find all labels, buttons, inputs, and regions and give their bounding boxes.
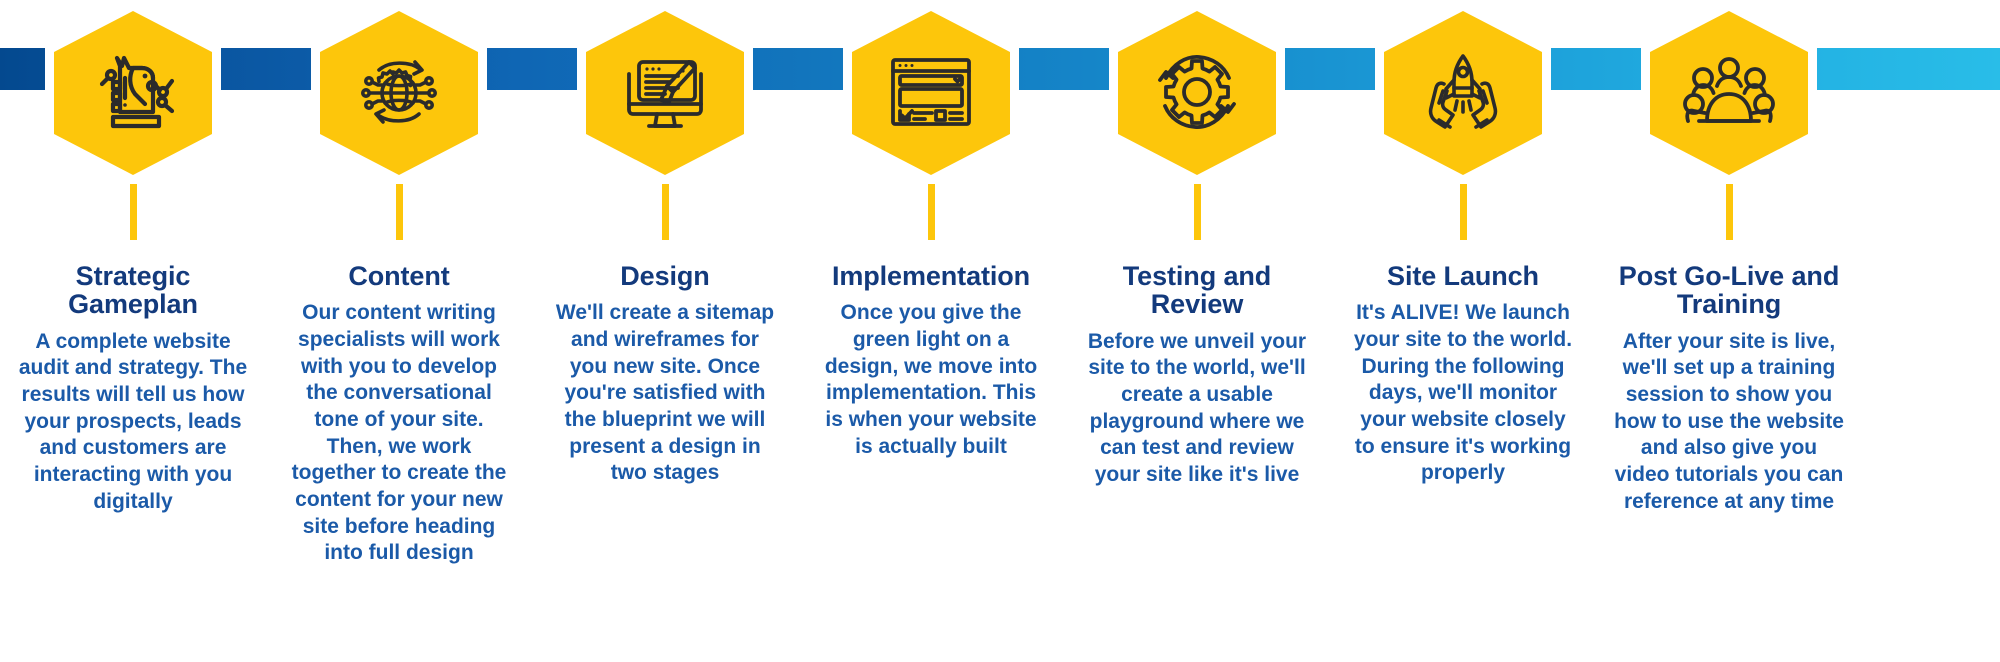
- people-group-training-icon: [1679, 42, 1779, 142]
- step-copy: Design We'll create a sitemap and wirefr…: [550, 262, 780, 487]
- connector-stem: [927, 184, 935, 240]
- step-strategic-gameplan[interactable]: Strategic Gameplan A complete website au…: [0, 0, 266, 515]
- rocket-hands-launch-icon: [1413, 42, 1513, 142]
- step-copy: Implementation Once you give the green l…: [816, 262, 1046, 460]
- step-copy: Post Go-Live and Training After your sit…: [1614, 262, 1844, 515]
- step-testing-and-review[interactable]: Testing and Review Before we unveil your…: [1064, 0, 1330, 489]
- step-description: A complete website audit and strategy. T…: [18, 329, 248, 513]
- browser-wireframe-icon: [881, 42, 981, 142]
- step-description: After your site is live, we'll set up a …: [1614, 329, 1844, 513]
- step-title: Implementation: [831, 261, 1031, 291]
- step-description: Our content writing specialists will wor…: [291, 301, 507, 565]
- connector-stem: [1193, 184, 1201, 240]
- step-description: We'll create a sitemap and wireframes fo…: [555, 301, 775, 485]
- step-description: Once you give the green light on a desig…: [824, 301, 1038, 458]
- step-description: Before we unveil your site to the world,…: [1087, 329, 1307, 486]
- step-hex-badge[interactable]: [1109, 2, 1285, 184]
- step-hex-badge[interactable]: [45, 2, 221, 184]
- process-infographic: Strategic Gameplan A complete website au…: [0, 0, 2000, 662]
- monitor-pen-design-icon: [615, 42, 715, 142]
- step-hex-badge[interactable]: [577, 2, 753, 184]
- step-title: Post Go-Live and Training: [1618, 261, 1840, 320]
- step-copy: Content Our content writing specialists …: [284, 262, 514, 567]
- step-title: Content: [348, 261, 450, 291]
- gear-cycle-icon: [1147, 42, 1247, 142]
- step-copy: Testing and Review Before we unveil your…: [1082, 262, 1312, 489]
- step-title: Testing and Review: [1122, 261, 1272, 320]
- globe-gear-network-icon: [349, 42, 449, 142]
- step-hex-badge[interactable]: [843, 2, 1019, 184]
- step-design[interactable]: Design We'll create a sitemap and wirefr…: [532, 0, 798, 487]
- connector-stem: [661, 184, 669, 240]
- connector-stem: [1459, 184, 1467, 240]
- step-copy: Strategic Gameplan A complete website au…: [18, 262, 248, 515]
- connector-stem: [129, 184, 137, 240]
- step-content[interactable]: Content Our content writing specialists …: [266, 0, 532, 567]
- chess-knight-strategy-icon: [83, 42, 183, 142]
- step-post-go-live-and-training[interactable]: Post Go-Live and Training After your sit…: [1596, 0, 1862, 515]
- step-title: Site Launch: [1387, 261, 1539, 291]
- connector-stem: [395, 184, 403, 240]
- step-hex-badge[interactable]: [1375, 2, 1551, 184]
- step-description: It's ALIVE! We launch your site to the w…: [1353, 301, 1573, 485]
- step-implementation[interactable]: Implementation Once you give the green l…: [798, 0, 1064, 460]
- step-hex-badge[interactable]: [1641, 2, 1817, 184]
- connector-stem: [1725, 184, 1733, 240]
- step-title: Strategic Gameplan: [68, 261, 198, 320]
- step-copy: Site Launch It's ALIVE! We launch your s…: [1348, 262, 1578, 487]
- steps-row: Strategic Gameplan A complete website au…: [0, 0, 2000, 662]
- step-title: Design: [620, 261, 710, 291]
- step-hex-badge[interactable]: [311, 2, 487, 184]
- step-site-launch[interactable]: Site Launch It's ALIVE! We launch your s…: [1330, 0, 1596, 487]
